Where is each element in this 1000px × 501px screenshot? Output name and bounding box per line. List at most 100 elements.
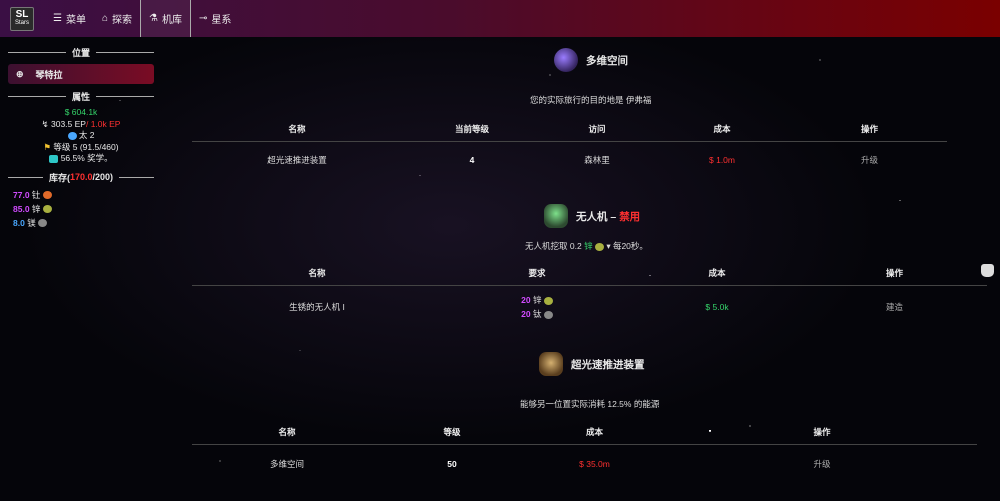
attributes-title: 属性 [8,90,154,103]
menu-icon: ☰ [53,13,62,24]
inventory-item[interactable]: 85.0 锌 [13,202,154,216]
inventory-title-label: 库存( [48,172,70,183]
gem-icon [49,154,59,163]
item-amount: 8.0 [13,217,25,228]
row-name: 多维空间 [269,458,304,469]
status-separator: – [607,210,620,223]
nav-item-explore[interactable]: ⌂ 探索 [94,0,140,37]
row-name: 生锈的无人机 I [289,301,345,312]
section-title: 无人机 [576,210,608,223]
logo-line2: Stars [14,20,29,26]
drone-status: 禁用 [619,210,641,223]
column-header: 名称 [278,427,296,437]
home-icon: ⌂ [101,13,109,24]
upgrade-button[interactable]: 升级 [667,445,977,483]
desc-prefix: 无人机挖取 0.2 [525,241,582,251]
nav-item-label: 星系 [211,15,232,26]
column-header: 名称 [288,124,306,134]
item-amount: 77.0 [13,189,30,200]
nav-menu: ☰ 菜单 ⌂ 探索 ⚗ 机库 ⊸ 星系 [45,0,239,37]
location-title: 位置 [8,46,154,59]
section-description: 您的实际旅行的目的地是 伊弗福 [530,95,652,105]
table-row: 多维空间 50 $ 35.0m 升级 [192,445,977,483]
requirement-item: 20 钛 [443,307,631,321]
nav-item-galaxy[interactable]: ⊸ 星系 [191,0,239,37]
item-amount: 85.0 [13,203,30,214]
inventory-item[interactable]: 77.0 钍 [13,188,154,202]
build-button[interactable]: 建造 [802,286,987,328]
ore-icon [42,191,52,200]
table-row: 生锈的无人机 I 20 锌 20 钛 $ 5.0k 建造 [192,286,987,328]
money-value: $ 604.1k [64,107,98,117]
column-header: 操作 [813,427,831,437]
column-header: 操作 [860,124,878,134]
requirement-item: 20 锌 [443,293,631,307]
upgrade-button[interactable]: 升级 [792,142,947,178]
section-title: 超光速推进装置 [571,358,645,371]
column-header: 要求 [528,268,546,278]
row-level: 50 [447,458,457,469]
key-icon: ⊸ [198,13,208,24]
req-name: 钛 [532,308,542,319]
ore-icon [543,310,553,319]
desc-item: 锌 [584,241,593,251]
drone-description: 无人机挖取 0.2 锌 ▾ 每20秒。 [525,240,648,252]
attributes-block: $ 604.1k ↯ 303.5 EP/ 1.0k EP 太 2 ⚑ 等级 5 … [8,107,154,165]
column-header: 成本 [708,268,726,278]
location-item[interactable]: ⊕ 琴特拉 [8,64,154,84]
level-value: ⚑ 等级 5 (91.5/460) [8,142,154,154]
section-title: 多维空间 [586,54,628,67]
robot-icon[interactable] [981,264,994,277]
column-header: 当前等级 [454,124,489,134]
req-name: 锌 [532,294,542,305]
row-cost: $ 35.0m [579,458,610,469]
row-cost: $ 1.0m [709,154,735,165]
inventory-title: 库存(170.0/200) [8,171,154,184]
row-cost: $ 5.0k [705,301,729,312]
drone-table: 名称 要求 成本 操作 生锈的无人机 I 20 锌 20 钛 $ 5.0k 建造 [192,261,987,328]
top-navbar: SL Stars ☰ 菜单 ⌂ 探索 ⚗ 机库 ⊸ 星系 [0,0,1000,37]
ore-icon [543,296,553,305]
column-header: 等级 [443,427,461,437]
column-header: 访问 [588,124,606,134]
flask-icon: ⚗ [149,13,158,24]
drone-title: 无人机 – 禁用 [576,209,640,224]
nav-item-label: 探索 [112,15,133,26]
drone-icon [544,204,568,228]
engine-icon [539,352,563,376]
inventory-max: /200) [92,172,114,182]
sun-label: 太 2 [78,130,95,140]
ftl-heading: 超光速推进装置 [539,352,645,376]
item-name: 镁 [27,217,36,228]
req-amount: 20 [521,308,531,319]
nav-item-label: 机库 [161,15,182,26]
logo-line1: SL [15,9,29,20]
req-amount: 20 [521,294,531,305]
nav-item-hangar[interactable]: ⚗ 机库 [140,0,191,37]
item-name: 锌 [31,203,41,214]
ore-icon [38,219,48,228]
column-header: 成本 [713,124,731,134]
column-header: 成本 [585,427,603,437]
nav-item-menu[interactable]: ☰ 菜单 [45,0,94,37]
inventory-item[interactable]: 8.0 镁 [13,216,154,230]
row-name: 超光速推进装置 [267,154,327,165]
desc-suffix: ▾ 每20秒。 [606,241,648,251]
sun-icon [67,131,77,140]
column-header: 操作 [885,268,903,278]
sidebar: 位置 ⊕ 琴特拉 属性 $ 604.1k ↯ 303.5 EP/ 1.0k EP… [8,44,154,230]
item-name: 钍 [31,189,41,200]
energy-value: ↯ 303.5 EP/ 1.0k EP [8,119,154,131]
level-label: 等级 5 (91.5/460) [53,141,119,152]
dimensional-heading: 多维空间 [554,48,628,72]
ore-icon [42,205,52,214]
drone-heading: 无人机 – 禁用 [544,204,640,228]
sun-value: 太 2 [8,130,154,142]
game-logo[interactable]: SL Stars [10,7,34,31]
energy-amount: ↯ 303.5 EP [41,118,86,129]
nav-item-label: 菜单 [65,15,86,26]
column-header: 名称 [308,268,326,278]
bonus-label: 56.5% 奖学。 [60,153,113,163]
globe-icon: ⊕ [16,68,24,79]
row-visit: 森林里 [584,154,610,165]
